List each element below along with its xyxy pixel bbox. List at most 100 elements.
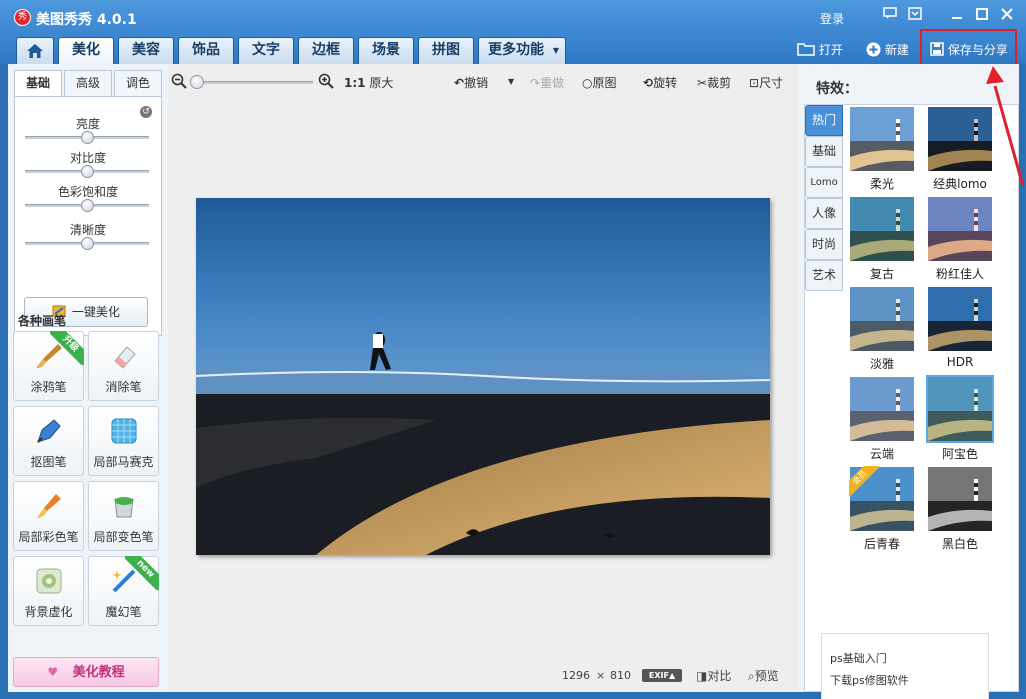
image-width: 1296 (562, 669, 590, 682)
exif-button[interactable]: EXIF▲ (642, 669, 682, 682)
actual-size-ratio: 1:1 (344, 76, 366, 90)
recolor-icon (114, 497, 134, 518)
effect-thumbnail (928, 197, 992, 261)
tool-label: 抠图笔 (30, 455, 67, 469)
effect-label: 云端 (869, 447, 894, 461)
original-button[interactable]: ○原图 (582, 74, 617, 91)
effect-label: 阿宝色 (941, 447, 978, 461)
tool-local-color-pen[interactable]: 局部彩色笔 (13, 481, 84, 551)
tool-eraser[interactable]: 消除笔 (88, 331, 159, 401)
title-bar: 秀 美图秀秀 4.0.1 登录 (0, 0, 1026, 36)
maximize-icon[interactable] (972, 7, 992, 27)
adjust-panel: ↺ 亮度 对比度 色彩饱和度 清晰度 一键美化 (14, 96, 162, 336)
upgrade-ribbon: 升级 (50, 331, 84, 365)
tab-color[interactable]: 调色 (114, 70, 162, 97)
effect-item[interactable]: 黑白色 (928, 467, 994, 551)
category-art[interactable]: 艺术 (805, 260, 843, 291)
category-basic[interactable]: 基础 (805, 136, 843, 167)
tab-accessories[interactable]: 饰品 (178, 37, 234, 64)
tab-face[interactable]: 美容 (118, 37, 174, 64)
photo-canvas[interactable] (196, 198, 770, 555)
effect-item[interactable]: 会员 后青春 (849, 466, 916, 551)
effect-item[interactable]: 粉红佳人 (928, 197, 994, 281)
tab-text[interactable]: 文字 (238, 37, 294, 64)
rotate-button[interactable]: ⟲旋转 (643, 74, 677, 91)
sharpness-knob[interactable] (81, 237, 94, 250)
category-hot[interactable]: 热门 (805, 105, 843, 136)
zoom-in-icon[interactable] (318, 73, 334, 92)
effects-title: 特效： (816, 81, 858, 97)
tab-collage[interactable]: 拼图 (418, 37, 474, 64)
effect-label: HDR (946, 355, 974, 369)
resize-button[interactable]: ⊡尺寸 (749, 74, 783, 91)
tab-border[interactable]: 边框 (298, 37, 354, 64)
redo-button[interactable]: ↷重做 (530, 74, 564, 91)
category-fashion[interactable]: 时尚 (805, 229, 843, 260)
brightness-knob[interactable] (81, 131, 94, 144)
image-height: 810 (610, 669, 631, 682)
tab-more[interactable]: 更多功能 ▼ (478, 37, 566, 64)
zoom-slider[interactable] (198, 81, 313, 84)
tab-scene[interactable]: 场景 (358, 37, 414, 64)
new-button[interactable]: 新建 (866, 40, 909, 60)
effect-item[interactable]: HDR (928, 287, 994, 371)
home-tab[interactable] (16, 37, 54, 64)
plus-circle-icon (866, 42, 881, 57)
tool-local-recolor-pen[interactable]: 局部变色笔 (88, 481, 159, 551)
saturation-knob[interactable] (81, 199, 94, 212)
effect-item[interactable]: 柔光 (850, 107, 916, 191)
compare-label: 对比 (707, 669, 732, 683)
effect-item[interactable]: 淡雅 (850, 287, 916, 371)
tool-local-mosaic[interactable]: 局部马赛克 (88, 406, 159, 476)
ad-link-ps-basics[interactable]: ps基础入门 (830, 650, 887, 666)
contrast-knob[interactable] (81, 165, 94, 178)
tab-basic[interactable]: 基础 (14, 70, 62, 97)
sharpness-label: 清晰度 (69, 223, 106, 237)
new-ribbon: new (125, 556, 159, 590)
crop-button[interactable]: ✂裁剪 (697, 74, 731, 91)
preview-button[interactable]: ⌕预览 (748, 667, 779, 684)
ad-link-ps-download[interactable]: 下载ps修图软件 (830, 672, 909, 688)
menu-icon[interactable] (905, 7, 925, 27)
undo-label: 撤销 (464, 76, 489, 90)
zoom-out-icon[interactable] (171, 73, 187, 92)
effect-thumbnail (850, 197, 914, 261)
canvas-area: 1:1 原大 ↶撤销 ▼ ↷重做 ○原图 ⟲旋转 ✂裁剪 ⊡尺寸 1296 × … (168, 64, 798, 692)
compare-button[interactable]: ◨对比 (696, 667, 731, 684)
chat-icon[interactable] (880, 7, 900, 27)
save-share-highlight (920, 29, 1017, 67)
compare-icon: ◨ (696, 669, 708, 683)
undo-history-dropdown[interactable]: ▼ (508, 77, 514, 86)
login-link[interactable]: 登录 (820, 10, 844, 27)
rotate-icon: ⟲ (643, 76, 654, 90)
open-button[interactable]: 打开 (797, 40, 843, 60)
cutout-pen-icon (37, 419, 61, 443)
undo-icon: ↶ (454, 76, 465, 90)
actual-size-button[interactable]: 1:1 原大 (344, 74, 393, 91)
minimize-icon[interactable] (947, 7, 967, 27)
one-click-label: 一键美化 (71, 305, 120, 319)
tab-advanced[interactable]: 高级 (64, 70, 112, 97)
tool-doodle-pen[interactable]: 升级 涂鸦笔 (13, 331, 84, 401)
tool-background-blur[interactable]: 背景虚化 (13, 556, 84, 626)
new-ribbon-label: new (125, 556, 159, 590)
app-title: 美图秀秀 4.0.1 (36, 12, 137, 28)
resize-label: 尺寸 (759, 76, 784, 90)
category-lomo[interactable]: Lomo (805, 167, 843, 198)
effect-item[interactable]: 云端 (850, 377, 916, 461)
effect-thumbnail (928, 467, 992, 531)
beautify-tutorial-button[interactable]: ♥ 美化教程 (13, 657, 159, 687)
tool-cutout-pen[interactable]: 抠图笔 (13, 406, 84, 476)
effect-item[interactable]: 复古 (850, 197, 916, 281)
effect-item[interactable]: 阿宝色 (928, 377, 994, 461)
effect-label: 黑白色 (941, 537, 978, 551)
effect-thumbnail (850, 377, 914, 441)
zoom-knob[interactable] (190, 75, 204, 89)
undo-button[interactable]: ↶撤销 (454, 74, 488, 91)
category-portrait[interactable]: 人像 (805, 198, 843, 229)
redo-label: 重做 (540, 76, 565, 90)
effect-label: 复古 (869, 267, 894, 281)
tab-beautify[interactable]: 美化 (58, 37, 114, 64)
tool-magic-pen[interactable]: new 魔幻笔 (88, 556, 159, 626)
close-icon[interactable] (997, 7, 1017, 27)
